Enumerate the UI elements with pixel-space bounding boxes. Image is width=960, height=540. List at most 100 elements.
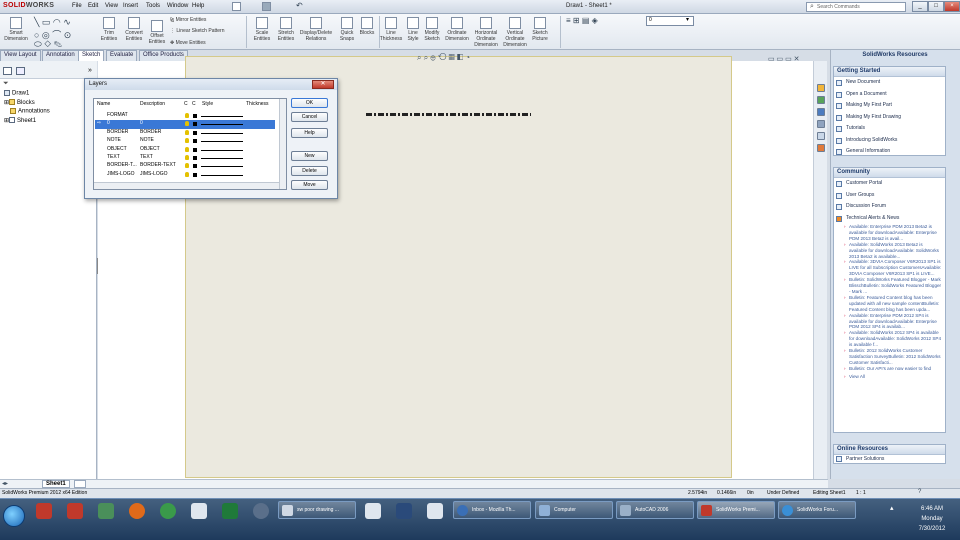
line-style-button[interactable]: Line Style xyxy=(404,17,422,42)
layer-visible-icon[interactable] xyxy=(185,113,189,118)
cancel-button[interactable]: Cancel xyxy=(291,112,328,122)
minimize-button[interactable]: _ xyxy=(912,1,928,12)
dialog-close-button[interactable]: ✕ xyxy=(312,80,334,89)
tab-annotation[interactable]: Annotation xyxy=(42,50,79,61)
appearances-icon[interactable] xyxy=(817,132,825,140)
polygon-icon[interactable]: ⬭ ◇ ✎ xyxy=(34,39,62,50)
link-tutorials[interactable]: Tutorials xyxy=(834,123,945,135)
notification-chevron-icon[interactable]: ▴ xyxy=(890,504,894,512)
vertical-scrollbar[interactable] xyxy=(279,99,286,189)
col-name[interactable]: Name xyxy=(97,101,110,107)
custom-properties-icon[interactable] xyxy=(817,144,825,152)
scale-entities-button[interactable]: Scale Entities xyxy=(250,17,274,42)
document-icon[interactable] xyxy=(191,503,207,519)
layer-color-swatch[interactable] xyxy=(193,114,197,118)
viewport-window-controls[interactable]: ▭ ▭ ▭ ✕ xyxy=(768,55,800,63)
solidworks-icon[interactable] xyxy=(67,503,83,519)
layer-color-swatch[interactable] xyxy=(193,139,197,144)
new-layer-button[interactable]: New xyxy=(291,151,328,161)
layer-row[interactable]: BORDER BORDER xyxy=(95,129,275,137)
tree-item-annotations[interactable]: Annotations xyxy=(10,108,50,115)
news-item[interactable]: Available: Enterprise PDM 2012 SP4 is av… xyxy=(834,313,945,331)
link-first-drawing[interactable]: Making My First Drawing xyxy=(834,112,945,124)
maximize-button[interactable]: □ xyxy=(928,1,944,12)
status-scale[interactable]: 1 : 1 xyxy=(856,490,866,496)
tree-item-sheet1[interactable]: ⊞ Sheet1 xyxy=(4,117,36,124)
tab-sketch[interactable]: Sketch xyxy=(78,50,105,61)
media-icon[interactable] xyxy=(253,503,269,519)
expand-panel-icon[interactable]: » xyxy=(88,67,92,74)
layer-visible-icon[interactable] xyxy=(185,138,189,144)
news-item[interactable]: Available: Enterprise PDM 2013 Beta2 is … xyxy=(834,224,945,242)
display-delete-relations-button[interactable]: Display/Delete Relations xyxy=(297,17,335,42)
task-inbox-thunderbird[interactable]: Inbox - Mozilla Th... xyxy=(453,501,531,519)
layer-row[interactable]: NOTE NOTE xyxy=(95,137,275,145)
online-resources-header[interactable]: Online Resources xyxy=(834,445,945,455)
property-manager-icon[interactable] xyxy=(16,67,25,75)
task-autocad[interactable]: AutoCAD 2006 xyxy=(616,501,694,519)
system-clock[interactable]: 6:46 AM Monday 7/30/2012 xyxy=(910,504,954,534)
network-icon[interactable] xyxy=(396,503,412,519)
heads-up-view-toolbar[interactable]: ⌕ ⌕ ⊕ ⟲ ▦ ◧ ◔ xyxy=(417,53,470,63)
community-header[interactable]: Community xyxy=(834,168,945,178)
sheet-nav-arrows[interactable]: ◂▸ xyxy=(2,480,8,487)
task-sw-poor-drawing[interactable]: sw poor drawing ... xyxy=(278,501,356,519)
blocks-button[interactable]: Blocks xyxy=(357,17,377,36)
delete-layer-button[interactable]: Delete xyxy=(291,166,328,176)
horizontal-scrollbar[interactable] xyxy=(94,182,279,189)
excel-icon[interactable] xyxy=(222,503,238,519)
view-all-link[interactable]: View All xyxy=(834,374,945,380)
tree-root-draw1[interactable]: Draw1 xyxy=(4,90,29,97)
col-thickness[interactable]: Thickness xyxy=(246,101,269,107)
start-button[interactable] xyxy=(3,505,25,527)
news-item[interactable]: Available: SolidWorks 2012 SP4 is availa… xyxy=(834,330,945,348)
col-color[interactable]: C xyxy=(192,101,196,107)
close-button[interactable]: × xyxy=(944,1,960,12)
layer-row[interactable]: TEXT TEXT xyxy=(95,154,275,162)
chevron-down-icon[interactable]: ▾ xyxy=(686,16,689,23)
getting-started-header[interactable]: Getting Started xyxy=(834,67,945,77)
news-item[interactable]: Available: SolidWorks 2013 Beta2 is avai… xyxy=(834,242,945,260)
new-document-icon[interactable] xyxy=(232,2,241,11)
news-item[interactable]: Bulletin: SolidWorks Featured Blogger - … xyxy=(834,277,945,295)
link-open-document[interactable]: Open a Document xyxy=(834,89,945,101)
design-checker-icon[interactable] xyxy=(98,503,114,519)
undo-icon[interactable]: ↶ xyxy=(296,1,303,10)
add-sheet-icon[interactable] xyxy=(74,480,86,488)
link-technical-alerts[interactable]: Technical Alerts & News xyxy=(834,213,945,225)
layer-row[interactable]: JIMS-LOGO JIMS-LOGO xyxy=(95,171,275,179)
layer-visible-icon[interactable] xyxy=(185,146,189,152)
link-discussion-forum[interactable]: Discussion Forum xyxy=(834,201,945,213)
menu-file[interactable]: File xyxy=(72,3,82,9)
mirror-entities-button[interactable]: ⧎ Mirror Entities xyxy=(170,17,206,23)
move-entities-button[interactable]: ✥ Move Entities xyxy=(170,40,206,46)
layer-row[interactable]: OBJECT OBJECT xyxy=(95,146,275,154)
layer-color-swatch[interactable] xyxy=(193,156,197,160)
feature-tree-icon[interactable] xyxy=(3,67,12,75)
filter-icon[interactable]: ⏷ xyxy=(3,80,9,88)
menu-tools[interactable]: Tools xyxy=(146,3,160,9)
tab-view-layout[interactable]: View Layout xyxy=(0,50,41,61)
window-icon[interactable] xyxy=(365,503,381,519)
line-thickness-button[interactable]: Line Thickness xyxy=(378,17,404,42)
quick-snaps-button[interactable]: Quick Snaps xyxy=(337,17,357,42)
ordinate-dimension-button[interactable]: Ordinate Dimension xyxy=(443,17,471,42)
news-item[interactable]: Available: 3DVIA Composer V6R2013 SP1 is… xyxy=(834,259,945,277)
menu-insert[interactable]: Insert xyxy=(123,3,138,9)
layer-visible-icon[interactable] xyxy=(185,171,189,177)
layer-color-swatch[interactable] xyxy=(193,122,197,127)
layer-color-swatch[interactable] xyxy=(193,164,197,169)
sheet-tab-sheet1[interactable]: Sheet1 xyxy=(42,480,70,488)
link-partner-solutions[interactable]: Partner Solutions xyxy=(834,455,945,464)
line-icon[interactable]: ╲ ▭ ◠ ∿ xyxy=(34,17,71,28)
tree-item-blocks[interactable]: ⊞ Blocks xyxy=(4,99,35,106)
layer-visible-icon[interactable] xyxy=(185,155,189,160)
vertical-ordinate-button[interactable]: Vertical Ordinate Dimension xyxy=(501,17,529,48)
link-new-document[interactable]: New Document xyxy=(834,77,945,89)
solidworks-logo[interactable]: SOLIDWORKS xyxy=(3,2,54,9)
layer-color-swatch[interactable] xyxy=(193,130,197,135)
save-icon[interactable] xyxy=(262,2,271,11)
tab-evaluate[interactable]: Evaluate xyxy=(106,50,138,61)
dashed-line-entity[interactable] xyxy=(366,113,531,116)
link-customer-portal[interactable]: Customer Portal xyxy=(834,178,945,190)
